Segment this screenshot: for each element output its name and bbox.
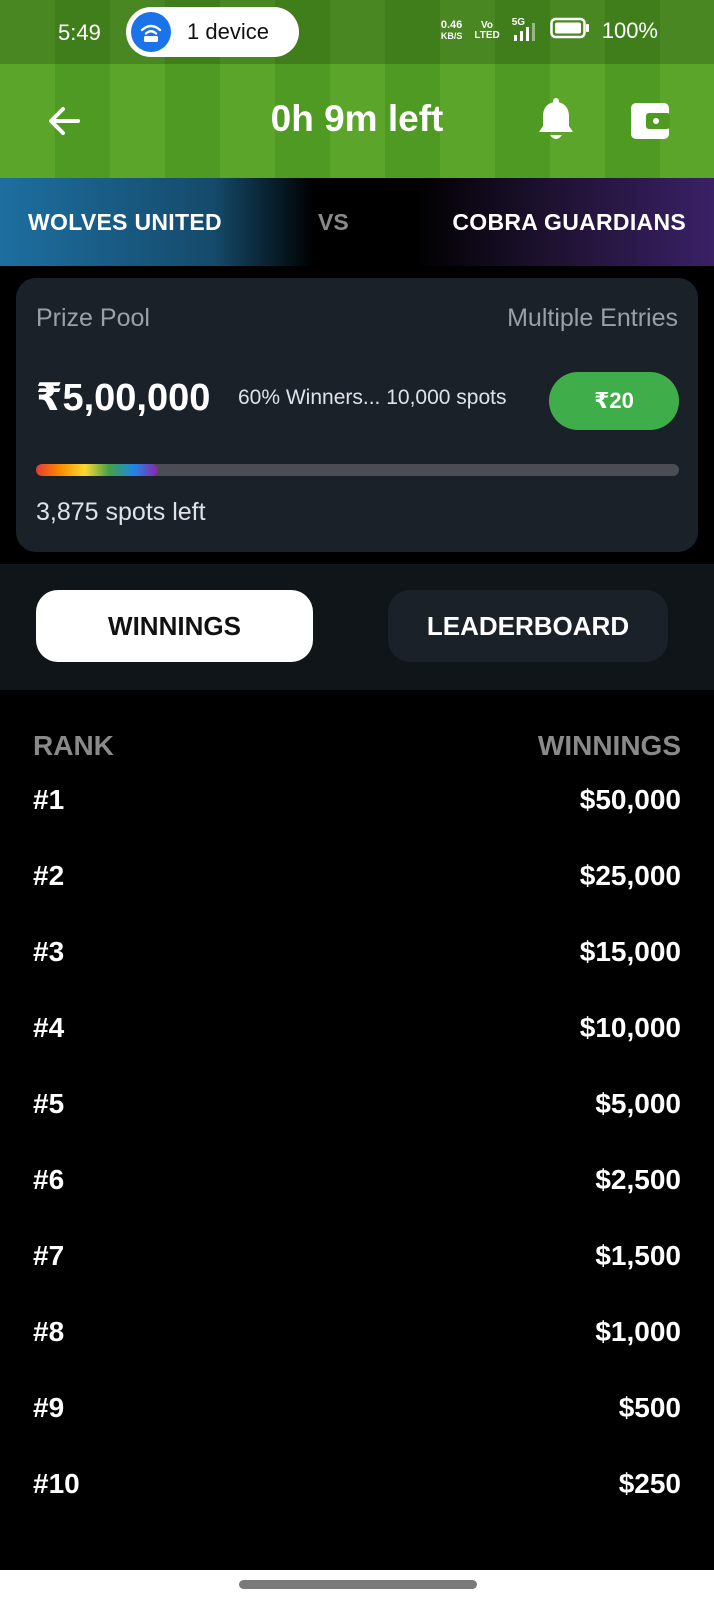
rank-header: RANK <box>33 730 114 761</box>
table-row: #2 $25,000 <box>0 842 714 919</box>
rank-cell: #1 <box>33 784 65 815</box>
wallet-icon <box>631 103 670 139</box>
bell-icon <box>539 98 573 139</box>
hotspot-icon <box>131 12 171 52</box>
table-row: #8 $1,000 <box>0 1298 714 1375</box>
notifications-button[interactable] <box>535 97 577 145</box>
tab-winnings[interactable]: WINNINGS <box>36 590 313 662</box>
winnings-cell: $5,000 <box>595 1088 681 1119</box>
match-banner: WOLVES UNITED VS COBRA GUARDIANS <box>0 178 714 266</box>
wallet-button[interactable] <box>628 100 672 142</box>
page-title: 0h 9m left <box>270 98 444 139</box>
winnings-cell: $500 <box>618 1392 681 1423</box>
versus-label: VS <box>318 208 349 235</box>
winnings-cell: $250 <box>618 1468 681 1499</box>
rank-cell: #5 <box>33 1088 65 1119</box>
rank-cell: #3 <box>33 936 65 967</box>
hotspot-label: 1 device <box>187 19 269 44</box>
winnings-cell: $2,500 <box>595 1164 681 1195</box>
rank-cell: #10 <box>33 1468 80 1499</box>
spots-left: 3,875 spots left <box>36 498 206 526</box>
signal-icon: 5G <box>512 17 538 43</box>
team-right-name: COBRA GUARDIANS <box>452 208 686 235</box>
speed-unit: KB/S <box>440 30 463 41</box>
prize-amount: ₹5,00,000 <box>36 377 211 419</box>
table-row: #10 $250 <box>0 1450 714 1527</box>
volte-bottom: LTED <box>474 29 500 41</box>
winnings-header: WINNINGS <box>537 730 681 761</box>
rank-cell: #6 <box>33 1164 65 1195</box>
volte-top: Vo <box>481 19 494 31</box>
contest-card: Prize Pool Multiple Entries ₹5,00,000 60… <box>16 278 698 552</box>
spots-progress-bar <box>36 464 679 476</box>
winners-info: 60% Winners... 10,000 spots <box>238 386 507 409</box>
system-nav-bar <box>0 1570 714 1599</box>
tab-bar: WINNINGS LEADERBOARD <box>0 564 714 690</box>
table-row: #4 $10,000 <box>0 994 714 1071</box>
spots-progress-fill <box>36 464 159 476</box>
status-time: 5:49 <box>58 20 101 45</box>
winnings-table: RANK WINNINGS #1 $50,000 #2 $25,000 #3 $15,00… <box>0 690 714 1570</box>
rank-cell: #8 <box>33 1316 65 1347</box>
winnings-cell: $1,000 <box>595 1316 681 1347</box>
rank-cell: #9 <box>33 1392 65 1423</box>
team-left-name: WOLVES UNITED <box>28 208 222 235</box>
status-bar: 5:49 1 device 0.46 KB/S Vo LTED 5G 100% <box>0 0 714 64</box>
table-row: #1 $50,000 <box>0 766 714 843</box>
battery-icon <box>549 17 590 44</box>
table-row: #6 $2,500 <box>0 1146 714 1223</box>
table-row: #7 $1,500 <box>0 1222 714 1299</box>
home-gesture-handle[interactable] <box>239 1580 477 1589</box>
table-row: #9 $500 <box>0 1374 714 1451</box>
table-row: #5 $5,000 <box>0 1070 714 1147</box>
winnings-cell: $15,000 <box>579 936 681 967</box>
winnings-cell: $25,000 <box>579 860 681 891</box>
winnings-cell: $50,000 <box>579 784 681 815</box>
rank-cell: #2 <box>33 860 65 891</box>
winnings-cell: $1,500 <box>595 1240 681 1271</box>
rank-cell: #7 <box>33 1240 65 1271</box>
speed-value: 0.46 <box>440 18 463 31</box>
rank-cell: #4 <box>33 1012 65 1043</box>
prize-pool-label: Prize Pool <box>36 304 150 332</box>
network-speed: 0.46 KB/S <box>440 18 463 42</box>
hotspot-pill[interactable]: 1 device <box>126 7 299 57</box>
volte-indicator: Vo LTED <box>474 19 500 41</box>
winnings-cell: $10,000 <box>579 1012 681 1043</box>
entry-fee-button[interactable]: ₹20 <box>549 372 679 430</box>
entries-label: Multiple Entries <box>507 304 678 332</box>
top-app-bar: 0h 9m left <box>0 64 714 178</box>
table-row: #3 $15,000 <box>0 918 714 995</box>
battery-percent: 100% <box>601 17 658 43</box>
tab-leaderboard[interactable]: LEADERBOARD <box>388 590 668 662</box>
